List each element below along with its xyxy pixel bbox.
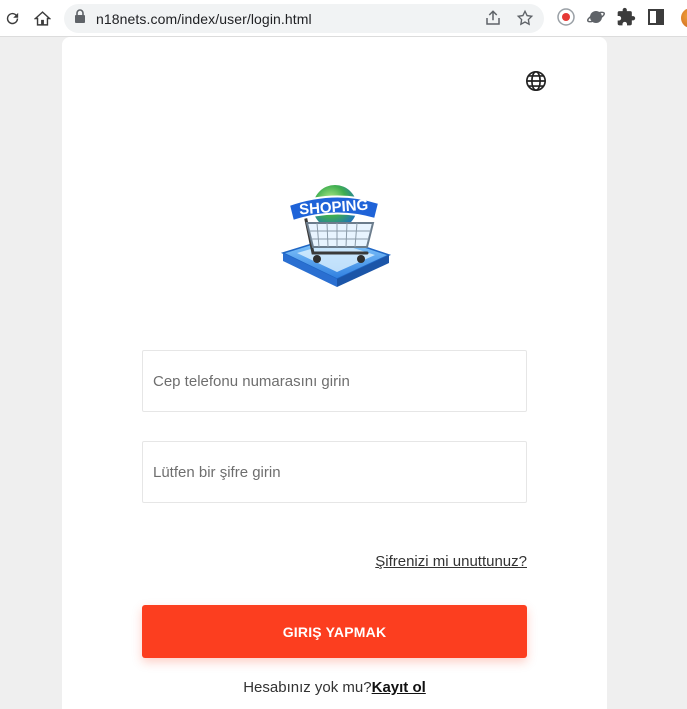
register-row: Hesabınız yok mu?Kayıt ol	[62, 679, 607, 696]
login-button[interactable]: GIRIŞ YAPMAK	[142, 605, 527, 658]
share-icon[interactable]	[484, 9, 502, 32]
no-account-text: Hesabınız yok mu?	[243, 679, 372, 696]
browser-toolbar: n18nets.com/index/user/login.html	[0, 0, 687, 37]
globe-language-icon[interactable]	[525, 70, 547, 92]
record-extension-icon[interactable]	[556, 7, 576, 32]
address-bar[interactable]: n18nets.com/index/user/login.html	[64, 4, 544, 33]
lock-icon	[74, 9, 86, 28]
bookmark-star-icon[interactable]	[516, 9, 534, 32]
password-input[interactable]	[142, 441, 527, 503]
shopping-cart-logo: SHOPING	[275, 181, 395, 295]
phone-input[interactable]	[142, 350, 527, 412]
url-text[interactable]: n18nets.com/index/user/login.html	[96, 11, 312, 27]
planet-extension-icon[interactable]	[586, 7, 606, 32]
register-link[interactable]: Kayıt ol	[372, 679, 426, 696]
side-panel-icon[interactable]	[646, 7, 666, 32]
profile-avatar[interactable]	[681, 8, 687, 28]
forgot-password-link[interactable]: Şifrenizi mi unuttunuz?	[375, 553, 527, 570]
home-icon[interactable]	[30, 6, 54, 30]
puzzle-extensions-icon[interactable]	[616, 7, 636, 32]
login-card: SHOPING Şifrenizi mi unuttunuz? GIRIŞ YA…	[62, 37, 607, 709]
reload-icon[interactable]	[0, 6, 24, 30]
